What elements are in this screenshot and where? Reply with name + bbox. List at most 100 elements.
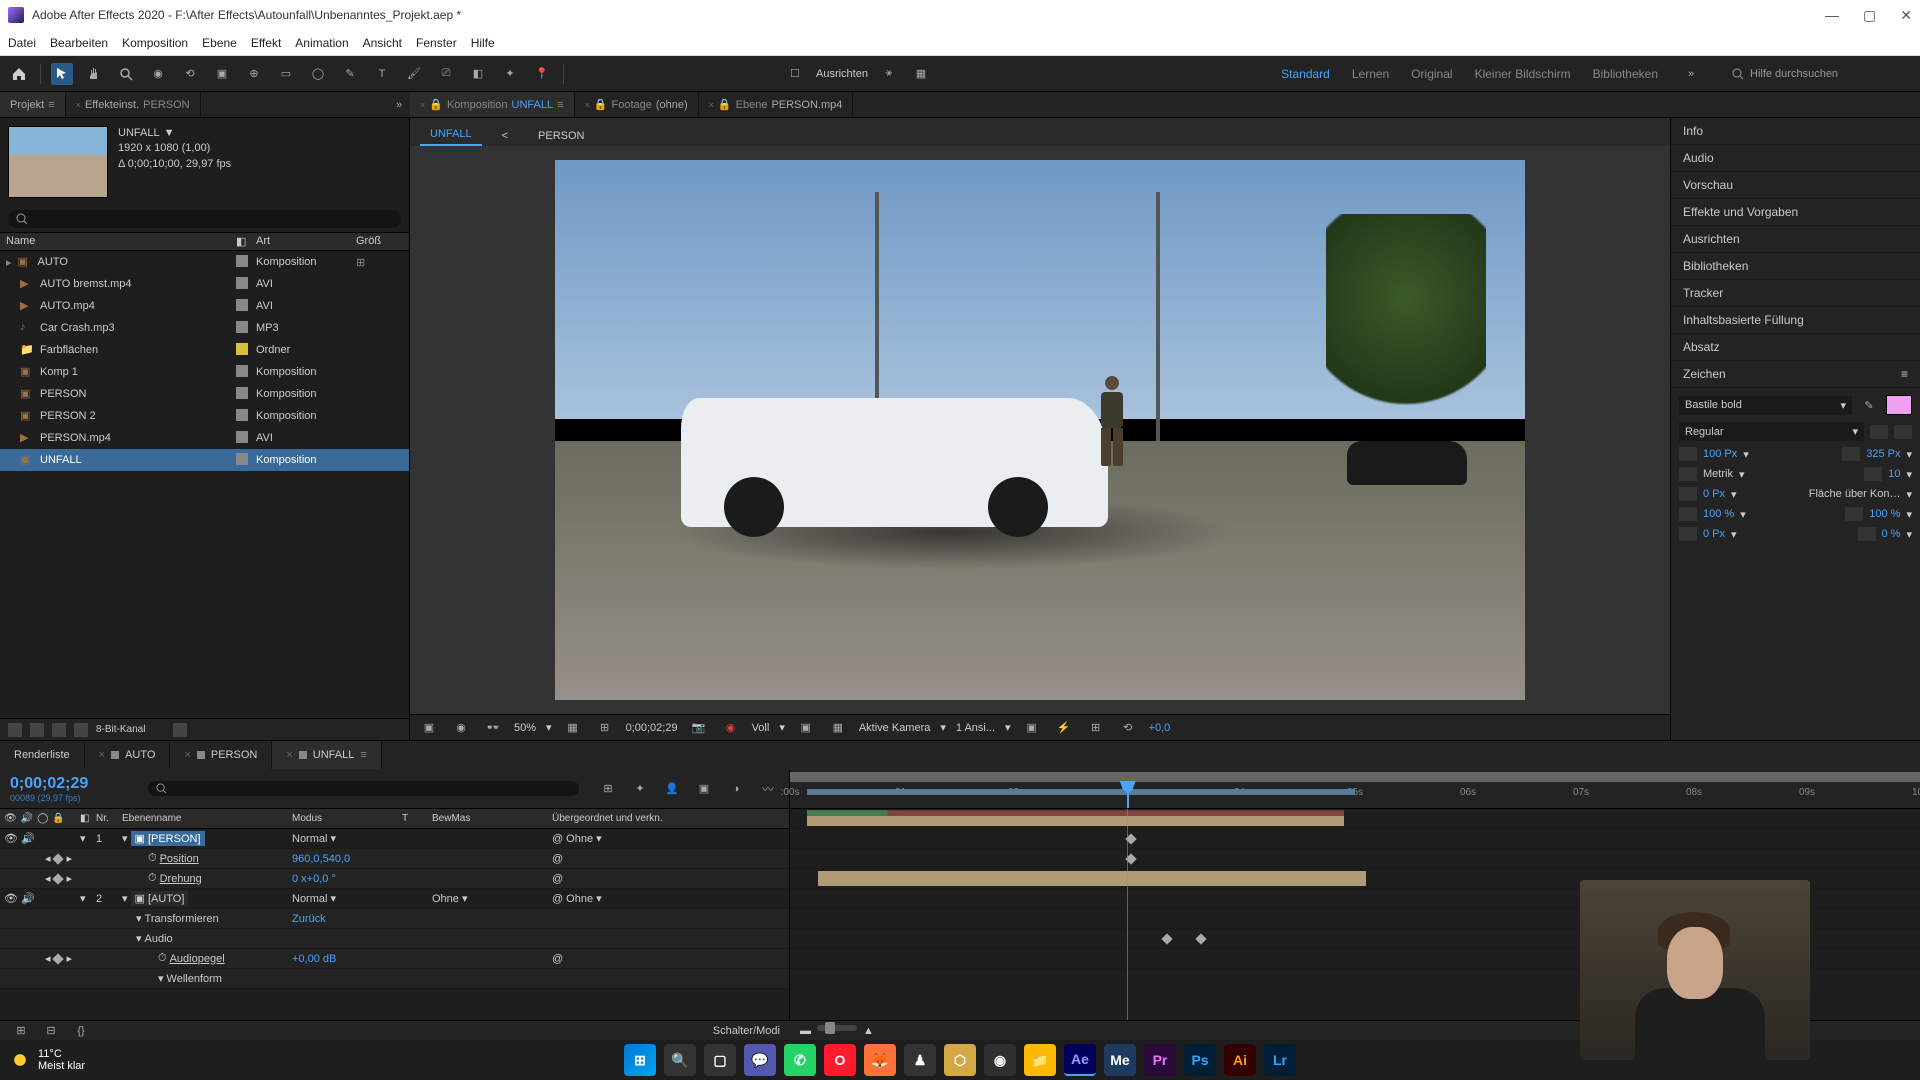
snap-checkbox[interactable]: ☐ — [784, 63, 806, 85]
col-label-icon[interactable]: ◧ — [236, 235, 256, 248]
pickwhip-icon[interactable]: @ — [552, 893, 563, 905]
project-search[interactable] — [8, 210, 401, 228]
toggle-switches-icon[interactable]: ⊞ — [10, 1020, 32, 1042]
zoom-dropdown-icon[interactable]: ▾ — [546, 721, 552, 734]
stroke-mode[interactable]: Fläche über Kon… — [1809, 488, 1901, 500]
property-group[interactable]: ▾ TransformierenZurück — [0, 909, 789, 929]
workspace-original[interactable]: Original — [1411, 67, 1452, 81]
stroke-width[interactable]: 0 Px — [1703, 488, 1725, 500]
menu-hilfe[interactable]: Hilfe — [471, 36, 495, 50]
eraser-tool-icon[interactable]: ◧ — [467, 63, 489, 85]
toggle-inout-icon[interactable]: {} — [70, 1020, 92, 1042]
add-kf-icon[interactable] — [53, 853, 64, 864]
shy-icon[interactable]: 👤 — [661, 778, 683, 800]
pickwhip-icon[interactable]: @ — [552, 853, 563, 865]
vscale[interactable]: 100 % — [1703, 508, 1734, 520]
pickwhip-icon[interactable]: @ — [552, 833, 563, 845]
panel-tracker[interactable]: Tracker — [1671, 280, 1920, 307]
swap-colors-icon[interactable] — [1894, 425, 1912, 439]
playhead[interactable] — [1127, 783, 1129, 808]
fast-preview-icon[interactable]: ⚡ — [1053, 717, 1075, 739]
panel-effekte-und-vorgaben[interactable]: Effekte und Vorgaben — [1671, 199, 1920, 226]
pan-behind-tool-icon[interactable]: ⊕ — [243, 63, 265, 85]
menu-fenster[interactable]: Fenster — [416, 36, 457, 50]
weather-widget[interactable]: 11°C Meist klar — [10, 1048, 85, 1072]
workspace-bibliotheken[interactable]: Bibliotheken — [1593, 67, 1658, 81]
project-item[interactable]: ▣UNFALLKomposition — [0, 449, 409, 471]
panel-inhaltsbasierte-füllung[interactable]: Inhaltsbasierte Füllung — [1671, 307, 1920, 334]
no-fill-icon[interactable] — [1870, 425, 1888, 439]
font-family-dropdown[interactable]: Bastile bold▾ — [1679, 396, 1852, 415]
obs-icon[interactable]: ◉ — [984, 1044, 1016, 1076]
puppet-tool-icon[interactable]: 📍 — [531, 63, 553, 85]
eye-icon[interactable]: 👁 — [4, 832, 18, 845]
collapse-icon[interactable]: ▾ — [122, 892, 128, 905]
home-icon[interactable] — [8, 63, 30, 85]
menu-komposition[interactable]: Komposition — [122, 36, 188, 50]
resolution-icon[interactable]: ▦ — [562, 717, 584, 739]
ai-icon[interactable]: Ai — [1224, 1044, 1256, 1076]
col-solo-icon[interactable]: ◯ — [37, 813, 48, 824]
col-trkmat[interactable]: BewMas — [428, 813, 548, 824]
brush-tool-icon[interactable]: 🖌 — [403, 63, 425, 85]
panel-tab[interactable]: × 🔒 Footage (ohne) — [575, 92, 699, 117]
panel-more-icon[interactable]: » — [388, 94, 410, 116]
zoom-level[interactable]: 50% — [514, 722, 536, 734]
panel-zeichen[interactable]: Zeichen≡ — [1671, 361, 1920, 388]
camera-dropdown-icon[interactable]: ▾ — [940, 721, 946, 734]
timeline-tab-auto[interactable]: × AUTO — [85, 741, 171, 769]
zoom-out-icon[interactable]: ▬ — [800, 1025, 811, 1037]
snap-opt2-icon[interactable]: ▦ — [910, 63, 932, 85]
next-kf-icon[interactable]: ▸ — [66, 852, 72, 865]
lr-icon[interactable]: Lr — [1264, 1044, 1296, 1076]
viewer-tab-person[interactable]: PERSON — [528, 126, 594, 146]
viewer-tab-unfall[interactable]: UNFALL — [420, 124, 482, 146]
menu-bearbeiten[interactable]: Bearbeiten — [50, 36, 108, 50]
trash-icon[interactable] — [173, 723, 187, 737]
prev-kf-icon[interactable]: ◂ — [45, 852, 51, 865]
opera-icon[interactable]: O — [824, 1044, 856, 1076]
snapshot-icon[interactable]: 📷 — [688, 717, 710, 739]
start-button[interactable]: ⊞ — [624, 1044, 656, 1076]
font-size[interactable]: 100 Px — [1703, 448, 1737, 460]
channel-icon[interactable]: ◉ — [720, 717, 742, 739]
project-item[interactable]: ▶AUTO bremst.mp4AVI — [0, 273, 409, 295]
viewer-timecode[interactable]: 0;00;02;29 — [626, 722, 678, 734]
stopwatch-icon[interactable]: ⏱ — [148, 872, 157, 885]
baseline[interactable]: 0 Px — [1703, 528, 1725, 540]
col-type[interactable]: Art — [256, 235, 356, 248]
add-kf-icon[interactable] — [53, 873, 64, 884]
panel-ausrichten[interactable]: Ausrichten — [1671, 226, 1920, 253]
views-dropdown[interactable]: 1 Ansi... — [956, 722, 995, 734]
col-layer-name[interactable]: Ebenenname — [118, 813, 288, 824]
rect-tool-icon[interactable]: ▭ — [275, 63, 297, 85]
col-mode[interactable]: Modus — [288, 813, 398, 824]
project-item[interactable]: ▶AUTO.mp4AVI — [0, 295, 409, 317]
stopwatch-icon[interactable]: ⏱ — [158, 952, 167, 965]
camera-tool-icon[interactable]: ▣ — [211, 63, 233, 85]
folder-icon[interactable] — [30, 723, 44, 737]
menu-ebene[interactable]: Ebene — [202, 36, 237, 50]
col-lock-icon[interactable]: 🔒 — [52, 813, 64, 824]
project-item[interactable]: ▸▣AUTOKomposition⊞ — [0, 251, 409, 273]
viewer-canvas[interactable] — [410, 146, 1670, 714]
camera-dropdown[interactable]: Aktive Kamera — [859, 722, 931, 734]
panel-tab[interactable]: × 🔒 Ebene PERSON.mp4 — [699, 92, 854, 117]
collapse-icon[interactable]: ▾ — [122, 832, 128, 845]
timeline-tab-renderliste[interactable]: Renderliste — [0, 741, 85, 769]
panel-tab[interactable]: Projekt ≡ — [0, 92, 66, 117]
hscale[interactable]: 100 % — [1869, 508, 1900, 520]
res-dropdown-icon[interactable]: ▾ — [779, 721, 785, 734]
selection-tool-icon[interactable] — [51, 63, 73, 85]
app-icon[interactable]: ♟ — [904, 1044, 936, 1076]
roi-icon[interactable]: ▣ — [795, 717, 817, 739]
whatsapp-icon[interactable]: ✆ — [784, 1044, 816, 1076]
property-row[interactable]: ◂▸⏱ Audiopegel+0,00 dB@ — [0, 949, 789, 969]
property-row[interactable]: ◂▸⏱ Position960,0,540,0@ — [0, 849, 789, 869]
zoom-slider[interactable] — [817, 1025, 857, 1031]
workspace-lernen[interactable]: Lernen — [1352, 67, 1389, 81]
stamp-tool-icon[interactable]: ⎚ — [435, 63, 457, 85]
col-name[interactable]: Name — [6, 235, 236, 248]
pixel-aspect-icon[interactable]: ▣ — [1021, 717, 1043, 739]
hand-tool-icon[interactable] — [83, 63, 105, 85]
